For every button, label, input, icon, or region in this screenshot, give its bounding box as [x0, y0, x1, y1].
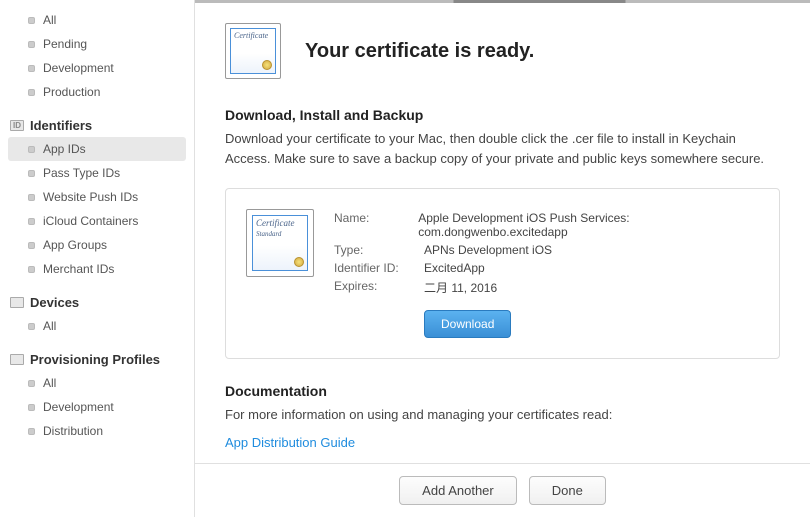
- bullet-icon: [28, 323, 35, 330]
- done-button[interactable]: Done: [529, 476, 606, 505]
- sidebar-item-prov-distribution[interactable]: Distribution: [0, 419, 194, 443]
- cert-label: Identifier ID:: [334, 261, 424, 275]
- bullet-icon: [28, 194, 35, 201]
- cert-seal-icon: [262, 60, 272, 70]
- bullet-icon: [28, 170, 35, 177]
- sidebar-item-website-push-ids[interactable]: Website Push IDs: [0, 185, 194, 209]
- sidebar-item-prov-development[interactable]: Development: [0, 395, 194, 419]
- certificate-details-box: Certificate Standard Name:Apple Developm…: [225, 188, 780, 359]
- sidebar-label: Distribution: [43, 424, 103, 438]
- provisioning-icon: [10, 354, 24, 365]
- documentation-title: Documentation: [225, 383, 780, 399]
- certificate-icon: Certificate: [225, 23, 281, 79]
- cert-value-identifier: ExcitedApp: [424, 261, 485, 275]
- footer-bar: Add Another Done: [195, 463, 810, 517]
- cert-details: Name:Apple Development iOS Push Services…: [334, 209, 759, 338]
- sidebar-label: Development: [43, 400, 114, 414]
- cert-icon-subtext: Standard: [256, 230, 281, 238]
- cert-label: Type:: [334, 243, 424, 257]
- sidebar-header-label: Devices: [30, 295, 79, 310]
- bullet-icon: [28, 428, 35, 435]
- sidebar-label: All: [43, 319, 56, 333]
- cert-row-expires: Expires:二月 11, 2016: [334, 277, 759, 298]
- cert-icon-text: Certificate: [234, 31, 268, 40]
- main-panel: Certificate Your certificate is ready. D…: [195, 0, 810, 517]
- sidebar-label: App Groups: [43, 238, 107, 252]
- bullet-icon: [28, 242, 35, 249]
- sidebar-item-prov-all[interactable]: All: [0, 371, 194, 395]
- sidebar-item-all[interactable]: All: [0, 8, 194, 32]
- cert-value-name: Apple Development iOS Push Services: com…: [418, 211, 759, 239]
- bullet-icon: [28, 146, 35, 153]
- sidebar-label: App IDs: [43, 142, 86, 156]
- content: Certificate Your certificate is ready. D…: [195, 3, 810, 463]
- sidebar-label: Merchant IDs: [43, 262, 114, 276]
- add-another-button[interactable]: Add Another: [399, 476, 517, 505]
- sidebar-label: All: [43, 13, 56, 27]
- sidebar-header-provisioning[interactable]: Provisioning Profiles: [0, 338, 194, 371]
- documentation-link[interactable]: App Distribution Guide: [225, 435, 355, 450]
- sidebar-item-pending[interactable]: Pending: [0, 32, 194, 56]
- bullet-icon: [28, 380, 35, 387]
- bullet-icon: [28, 17, 35, 24]
- cert-label: Expires:: [334, 279, 424, 296]
- sidebar-header-devices[interactable]: Devices: [0, 281, 194, 314]
- sidebar-label: Pass Type IDs: [43, 166, 120, 180]
- bullet-icon: [28, 41, 35, 48]
- bullet-icon: [28, 89, 35, 96]
- sidebar-header-label: Identifiers: [30, 118, 92, 133]
- download-section-text: Download your certificate to your Mac, t…: [225, 129, 780, 168]
- sidebar-header-identifiers[interactable]: ID Identifiers: [0, 104, 194, 137]
- bullet-icon: [28, 404, 35, 411]
- sidebar-item-merchant-ids[interactable]: Merchant IDs: [0, 257, 194, 281]
- identifiers-icon: ID: [10, 120, 24, 131]
- bullet-icon: [28, 65, 35, 72]
- cert-row-identifier: Identifier ID:ExcitedApp: [334, 259, 759, 277]
- certificate-icon-inner: Certificate: [230, 28, 276, 74]
- download-button[interactable]: Download: [424, 310, 511, 338]
- sidebar-label: Website Push IDs: [43, 190, 138, 204]
- sidebar-item-app-groups[interactable]: App Groups: [0, 233, 194, 257]
- sidebar-item-app-ids[interactable]: App IDs: [8, 137, 186, 161]
- devices-icon: [10, 297, 24, 308]
- download-section-title: Download, Install and Backup: [225, 107, 780, 123]
- sidebar-label: Pending: [43, 37, 87, 51]
- sidebar-item-devices-all[interactable]: All: [0, 314, 194, 338]
- certificate-icon-small: Certificate Standard: [246, 209, 314, 277]
- sidebar-label: Production: [43, 85, 100, 99]
- cert-row-type: Type:APNs Development iOS: [334, 241, 759, 259]
- bullet-icon: [28, 266, 35, 273]
- sidebar-label: iCloud Containers: [43, 214, 138, 228]
- sidebar-item-production[interactable]: Production: [0, 80, 194, 104]
- certificate-icon-inner: Certificate Standard: [252, 215, 308, 271]
- header-block: Certificate Your certificate is ready.: [225, 23, 780, 79]
- cert-seal-icon: [294, 257, 304, 267]
- sidebar-label: All: [43, 376, 56, 390]
- documentation-text: For more information on using and managi…: [225, 405, 780, 425]
- sidebar-item-pass-type-ids[interactable]: Pass Type IDs: [0, 161, 194, 185]
- cert-value-type: APNs Development iOS: [424, 243, 552, 257]
- sidebar: All Pending Development Production ID Ide…: [0, 0, 195, 517]
- cert-label: Name:: [334, 211, 418, 239]
- sidebar-item-icloud-containers[interactable]: iCloud Containers: [0, 209, 194, 233]
- cert-row-name: Name:Apple Development iOS Push Services…: [334, 209, 759, 241]
- page-title: Your certificate is ready.: [305, 40, 534, 63]
- cert-value-expires: 二月 11, 2016: [424, 279, 497, 296]
- cert-icon-text: Certificate: [256, 218, 295, 228]
- sidebar-header-label: Provisioning Profiles: [30, 352, 160, 367]
- sidebar-item-development[interactable]: Development: [0, 56, 194, 80]
- bullet-icon: [28, 218, 35, 225]
- sidebar-label: Development: [43, 61, 114, 75]
